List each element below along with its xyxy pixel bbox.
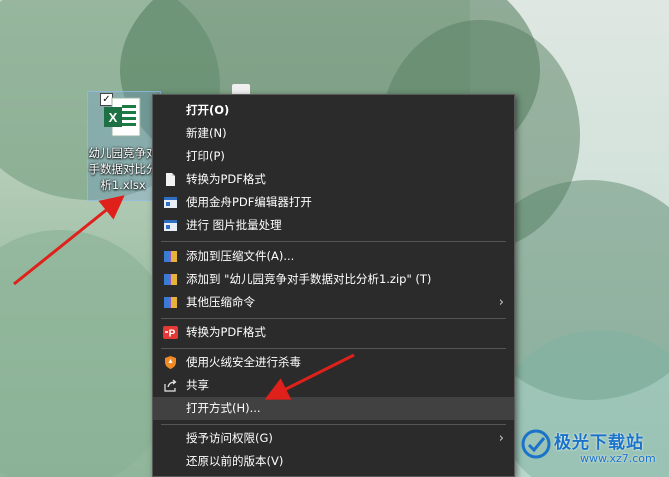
desktop-file-item[interactable]: ✓ X 幼儿园竞争对 手数据对比分 析1.xlsx — [87, 91, 161, 201]
archive-icon — [164, 274, 177, 285]
menu-separator — [161, 424, 506, 425]
menu-item-restore-versions[interactable]: 还原以前的版本(V) — [153, 450, 514, 473]
menu-item-convert-pdf-2[interactable]: P 转换为PDF格式 — [153, 321, 514, 344]
menu-separator — [161, 348, 506, 349]
watermark: 极光下载站 www.xz7.com — [520, 428, 669, 477]
menu-item-other-compress[interactable]: 其他压缩命令 › — [153, 291, 514, 314]
menu-item-open-pdf-editor[interactable]: 使用金舟PDF编辑器打开 — [153, 191, 514, 214]
menu-item-add-archive[interactable]: 添加到压缩文件(A)... — [153, 245, 514, 268]
svg-text:P: P — [169, 329, 176, 340]
file-name-line: 幼儿园竞争对 — [88, 146, 158, 160]
shield-icon — [165, 356, 176, 369]
menu-item-label: 打印(P) — [186, 149, 225, 163]
menu-separator — [161, 318, 506, 319]
image-batch-icon — [164, 220, 177, 231]
menu-item-open[interactable]: 打开(O) — [153, 99, 514, 122]
menu-item-label: 打开方式(H)... — [186, 401, 261, 415]
watermark-logo-icon — [521, 429, 551, 459]
archive-icon — [164, 251, 177, 262]
file-name-label: 幼儿园竞争对 手数据对比分 析1.xlsx — [87, 145, 159, 193]
archive-icon — [164, 297, 177, 308]
menu-separator — [161, 241, 506, 242]
menu-item-label: 授予访问权限(G) — [186, 431, 273, 445]
menu-item-label: 转换为PDF格式 — [186, 172, 266, 186]
context-menu: 打开(O) 新建(N) 打印(P) 转换为PDF格式 使用金舟PDF编辑器打开 … — [152, 94, 515, 477]
menu-item-label: 打开(O) — [186, 103, 230, 117]
watermark-title: 极光下载站 — [554, 433, 644, 453]
pdf-editor-icon — [164, 197, 177, 208]
menu-item-share[interactable]: 共享 — [153, 374, 514, 397]
menu-item-label: 转换为PDF格式 — [186, 325, 266, 339]
menu-item-label: 其他压缩命令 — [186, 295, 255, 309]
excel-file-icon: X — [104, 97, 141, 137]
menu-item-label: 使用火绒安全进行杀毒 — [186, 355, 301, 369]
menu-item-label: 使用金舟PDF编辑器打开 — [186, 195, 312, 209]
share-icon — [164, 379, 177, 392]
document-icon — [166, 173, 175, 186]
chevron-right-icon: › — [498, 295, 504, 310]
menu-item-print[interactable]: 打印(P) — [153, 145, 514, 168]
menu-item-new[interactable]: 新建(N) — [153, 122, 514, 145]
pdf-convert-icon: P — [163, 326, 178, 340]
menu-item-label: 添加到 "幼儿园竞争对手数据对比分析1.zip" (T) — [186, 272, 432, 286]
chevron-right-icon: › — [498, 431, 504, 446]
menu-item-add-zip[interactable]: 添加到 "幼儿园竞争对手数据对比分析1.zip" (T) — [153, 268, 514, 291]
menu-item-open-with[interactable]: 打开方式(H)... — [153, 397, 514, 420]
menu-item-antivirus[interactable]: 使用火绒安全进行杀毒 — [153, 351, 514, 374]
menu-item-image-batch[interactable]: 进行 图片批量处理 — [153, 214, 514, 237]
file-name-line: 析1.xlsx — [100, 178, 146, 192]
menu-item-label: 新建(N) — [186, 126, 227, 140]
menu-item-label: 共享 — [186, 378, 209, 392]
menu-item-label: 进行 图片批量处理 — [186, 218, 282, 232]
svg-text:X: X — [109, 110, 118, 125]
menu-item-label: 还原以前的版本(V) — [186, 454, 284, 468]
menu-item-label: 添加到压缩文件(A)... — [186, 249, 295, 263]
menu-item-convert-pdf[interactable]: 转换为PDF格式 — [153, 168, 514, 191]
watermark-url: www.xz7.com — [580, 452, 656, 465]
menu-item-grant-access[interactable]: 授予访问权限(G) › — [153, 427, 514, 450]
file-name-line: 手数据对比分 — [88, 162, 158, 176]
